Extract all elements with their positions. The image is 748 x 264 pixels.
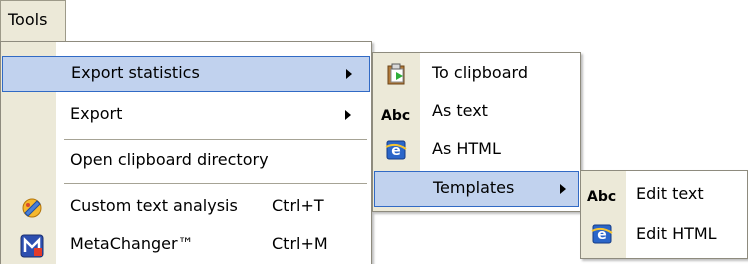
text-abc-icon: Abc [587,189,617,205]
menu-item-edit-text[interactable]: Abc Edit text [582,175,746,213]
menu-item-shortcut: Ctrl+M [272,234,328,253]
text-abc-icon: Abc [381,108,411,124]
menu-item-label: Custom text analysis [70,196,238,215]
menu-item-label: Export statistics [71,63,200,82]
menu-item-label: Edit text [636,184,704,203]
menu-item-metachanger[interactable]: MetaChanger™ Ctrl+M [2,228,370,264]
menu-item-edit-html[interactable]: e Edit HTML [582,215,746,253]
menu-item-open-clipboard-directory[interactable]: Open clipboard directory [2,144,370,180]
html-icon: e [590,222,614,246]
menu-separator [64,139,367,140]
tools-menu-label: Tools [8,10,48,29]
menu-item-label: Export [70,104,123,123]
metachanger-icon [20,234,44,258]
analysis-icon [20,196,44,220]
menu-item-export-statistics[interactable]: Export statistics [2,56,370,92]
export-statistics-submenu: To clipboard Abc As text e As HTML Templ… [372,52,581,212]
menu-item-label: As text [432,101,488,120]
menu-item-templates[interactable]: Templates [374,171,579,207]
menu-item-shortcut: Ctrl+T [272,196,324,215]
submenu-arrow-icon [560,184,566,194]
submenu-arrow-icon [345,110,351,120]
menu-item-label: As HTML [432,139,501,158]
templates-submenu: Abc Edit text e Edit HTML [580,170,748,259]
menu-item-to-clipboard[interactable]: To clipboard [374,57,579,93]
tools-menu: Export statistics Export Open clipboard … [0,41,372,264]
menu-item-export[interactable]: Export [2,98,370,134]
tools-menu-button[interactable]: Tools [0,0,66,42]
menu-item-as-text[interactable]: Abc As text [374,95,579,131]
html-icon: e [384,138,408,162]
menu-separator [64,183,367,184]
menu-item-label: Templates [433,178,515,197]
submenu-arrow-icon [346,69,352,79]
menu-item-custom-text-analysis[interactable]: Custom text analysis Ctrl+T [2,190,370,226]
menu-item-label: MetaChanger™ [70,234,194,253]
menu-item-label: To clipboard [432,63,528,82]
clipboard-icon [384,62,408,86]
menu-item-label: Open clipboard directory [70,150,269,169]
menu-item-label: Edit HTML [636,224,717,243]
menu-item-as-html[interactable]: e As HTML [374,133,579,169]
